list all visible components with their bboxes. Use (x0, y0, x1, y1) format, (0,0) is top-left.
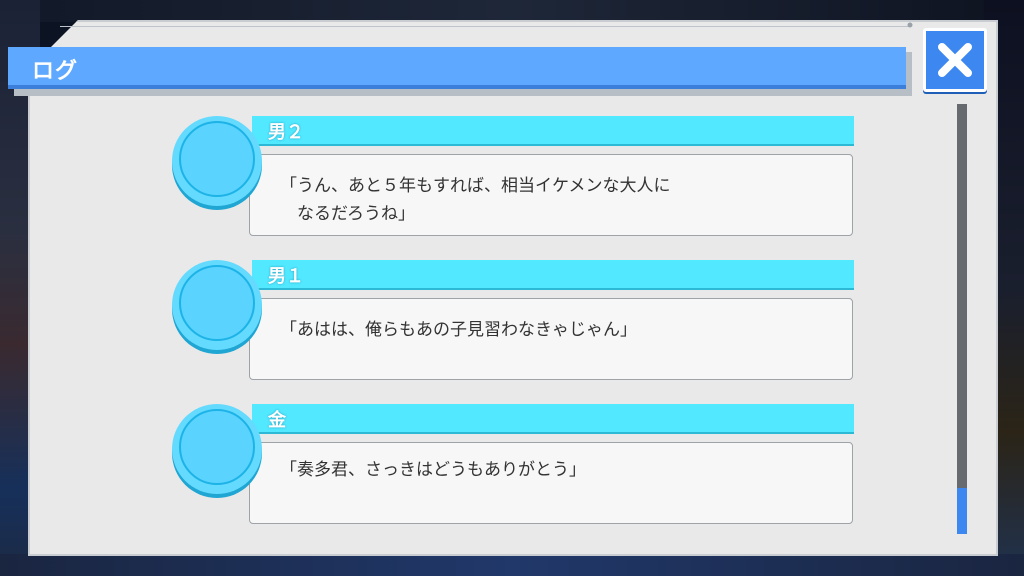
speaker-name: 男２ (268, 122, 304, 143)
close-icon (938, 43, 972, 77)
background-top (0, 0, 1024, 22)
log-entry: 男２ 「うん、あと５年もすれば、相当イケメンな大人に なるだろうね」 (172, 114, 856, 242)
speaker-avatar[interactable] (172, 260, 262, 350)
speaker-avatar[interactable] (172, 116, 262, 206)
speaker-name: 男１ (268, 266, 304, 287)
game-scene: ログ 男２ 「うん、あと５年もすれば、相当イケメンな大人に なるだろうね」 男１… (0, 0, 1024, 576)
log-entry: 男１ 「あはは、俺らもあの子見習わなきゃじゃん」 (172, 258, 856, 386)
dialogue-line: なるだろうね」 (280, 204, 415, 224)
log-entry: 金 「奏多君、さっきはどうもありがとう」 (172, 402, 856, 530)
dialogue-line: 「うん、あと５年もすれば、相当イケメンな大人に (280, 176, 671, 196)
dialogue-line: 「あはは、俺らもあの子見習わなきゃじゃん」 (280, 320, 637, 340)
avatar-inner (179, 409, 255, 485)
speaker-avatar[interactable] (172, 404, 262, 494)
panel-frame-line (60, 26, 910, 27)
page-title: ログ (32, 59, 79, 84)
dialogue-box: 「奏多君、さっきはどうもありがとう」 (249, 442, 853, 524)
scrollbar-thumb[interactable] (957, 488, 967, 534)
speaker-name-bar: 男１ (252, 260, 854, 288)
dialogue-box: 「あはは、俺らもあの子見習わなきゃじゃん」 (249, 298, 853, 380)
dialogue-box: 「うん、あと５年もすれば、相当イケメンな大人に なるだろうね」 (249, 154, 853, 236)
background-bottom (0, 554, 1024, 576)
avatar-inner (179, 121, 255, 197)
dialogue-line: 「奏多君、さっきはどうもありがとう」 (280, 460, 586, 480)
close-button[interactable] (923, 28, 987, 92)
avatar-inner (179, 265, 255, 341)
speaker-name: 金 (268, 410, 286, 431)
scrollbar-track[interactable] (957, 104, 967, 534)
log-header: ログ (8, 47, 906, 89)
speaker-name-bar: 男２ (252, 116, 854, 144)
speaker-name-bar: 金 (252, 404, 854, 432)
